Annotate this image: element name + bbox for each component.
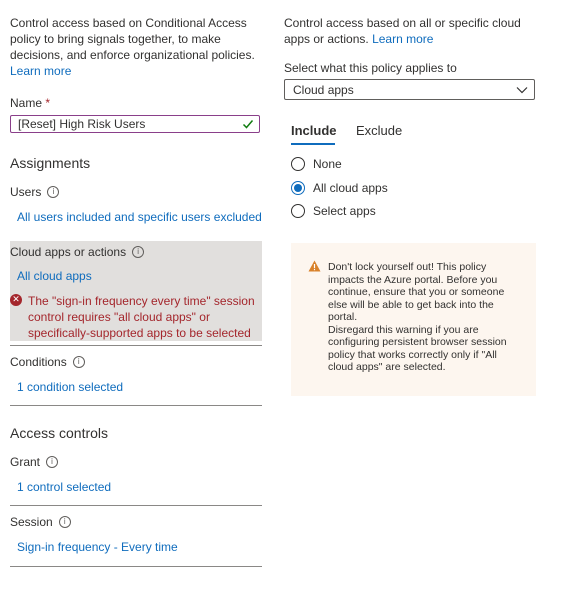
- name-label-text: Name: [10, 96, 43, 110]
- info-icon[interactable]: i: [58, 516, 71, 528]
- check-icon: [242, 120, 254, 129]
- applies-to-dropdown[interactable]: Cloud apps: [284, 79, 535, 100]
- conditions-label-text: Conditions: [10, 355, 67, 369]
- divider: [10, 505, 262, 506]
- assignments-heading: Assignments: [10, 155, 91, 171]
- radio-all-cloud-apps-label: All cloud apps: [313, 181, 388, 195]
- policy-intro-text: Control access based on Conditional Acce…: [10, 16, 255, 62]
- name-label: Name *: [10, 96, 50, 110]
- session-label-text: Session: [10, 515, 53, 529]
- tab-exclude[interactable]: Exclude: [356, 123, 402, 138]
- radio-all-cloud-apps-circle[interactable]: [291, 181, 305, 195]
- grant-label: Grant i: [10, 455, 59, 469]
- radio-select-apps[interactable]: Select apps: [291, 204, 376, 218]
- warning-icon: [308, 260, 321, 272]
- lockout-warning: Don't lock yourself out! This policy imp…: [291, 243, 536, 396]
- error-icon: ✕: [10, 294, 22, 306]
- cloud-apps-error-text: The "sign-in frequency every time" sessi…: [28, 294, 255, 340]
- info-icon[interactable]: i: [132, 246, 145, 258]
- conditions-label: Conditions i: [10, 355, 85, 369]
- tab-include-underline: [291, 143, 335, 145]
- policy-intro: Control access based on Conditional Acce…: [10, 15, 268, 79]
- warning-text: Don't lock yourself out! This policy imp…: [328, 261, 507, 373]
- chevron-down-icon: [516, 87, 528, 94]
- radio-select-apps-circle[interactable]: [291, 204, 305, 218]
- radio-all-cloud-apps[interactable]: All cloud apps: [291, 181, 388, 195]
- grant-label-text: Grant: [10, 455, 41, 469]
- learn-more-link[interactable]: Learn more: [372, 32, 433, 46]
- session-label: Session i: [10, 515, 71, 529]
- cloud-apps-intro: Control access based on all or specific …: [284, 15, 534, 47]
- users-value-link[interactable]: All users included and specific users ex…: [17, 210, 262, 224]
- divider: [10, 566, 262, 567]
- cloud-apps-label: Cloud apps or actions i: [10, 245, 145, 259]
- info-icon[interactable]: i: [46, 456, 59, 468]
- applies-to-label: Select what this policy applies to: [284, 61, 457, 75]
- tab-include[interactable]: Include: [291, 123, 337, 138]
- divider: [10, 345, 262, 346]
- required-mark: *: [45, 96, 51, 110]
- radio-none-circle[interactable]: [291, 157, 305, 171]
- cloud-apps-label-text: Cloud apps or actions: [10, 245, 127, 259]
- learn-more-link[interactable]: Learn more: [10, 64, 71, 78]
- name-input[interactable]: [11, 116, 238, 132]
- divider: [10, 405, 262, 406]
- session-value-link[interactable]: Sign-in frequency - Every time: [17, 540, 178, 554]
- users-label: Users i: [10, 185, 60, 199]
- access-controls-heading: Access controls: [10, 425, 109, 441]
- name-field[interactable]: [10, 115, 260, 133]
- cloud-apps-value-link[interactable]: All cloud apps: [17, 269, 92, 283]
- cloud-apps-error: ✕ The "sign-in frequency every time" ses…: [10, 293, 260, 341]
- conditions-value-link[interactable]: 1 condition selected: [17, 380, 123, 394]
- users-label-text: Users: [10, 185, 42, 199]
- applies-to-value: Cloud apps: [293, 83, 354, 97]
- radio-select-apps-label: Select apps: [313, 204, 376, 218]
- info-icon[interactable]: i: [47, 186, 60, 198]
- radio-none-label: None: [313, 157, 342, 171]
- radio-none[interactable]: None: [291, 157, 342, 171]
- grant-value-link[interactable]: 1 control selected: [17, 480, 111, 494]
- info-icon[interactable]: i: [72, 356, 85, 368]
